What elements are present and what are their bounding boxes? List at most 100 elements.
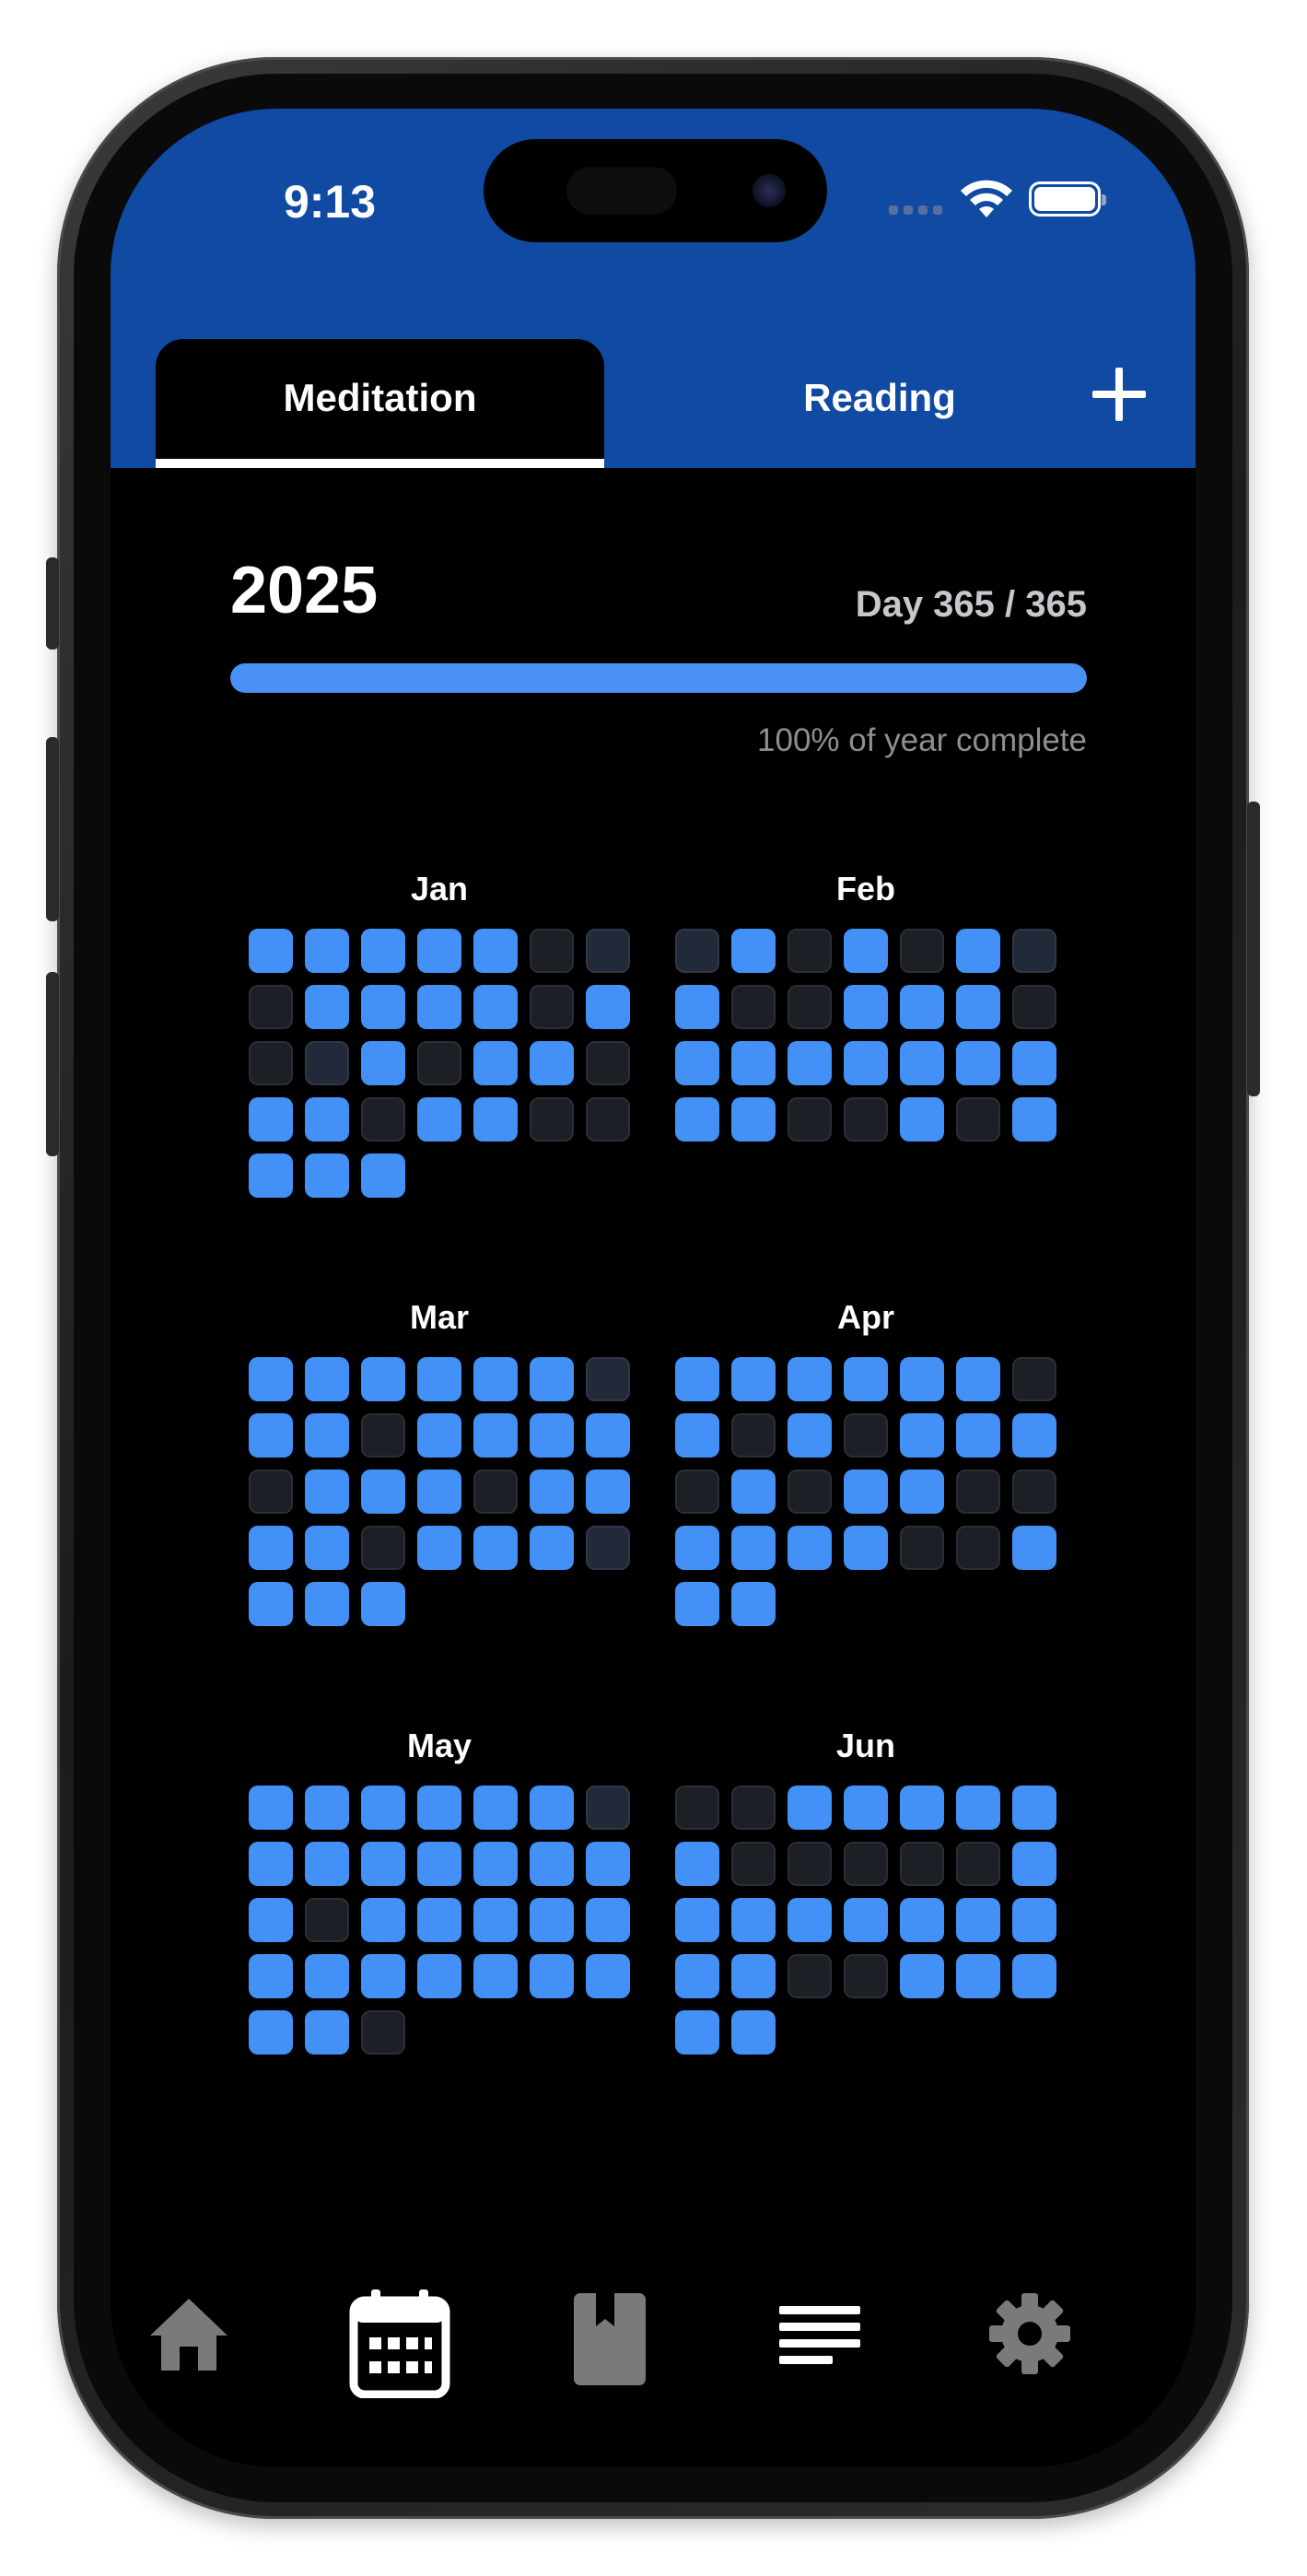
day-cell-completed[interactable] <box>844 929 888 973</box>
day-cell-completed[interactable] <box>1012 1041 1056 1085</box>
day-cell-completed[interactable] <box>417 1469 461 1514</box>
day-cell-completed[interactable] <box>900 1469 944 1514</box>
day-cell-completed[interactable] <box>1012 1786 1056 1830</box>
day-cell-completed[interactable] <box>361 1469 405 1514</box>
calendar-grid[interactable]: Jan Feb Mar Apr May Jun <box>111 864 1196 2184</box>
nav-list[interactable] <box>760 2288 880 2407</box>
day-cell-completed[interactable] <box>473 985 518 1029</box>
day-cell-completed[interactable] <box>1012 1842 1056 1886</box>
day-cell-completed[interactable] <box>675 1582 719 1626</box>
day-cell-completed[interactable] <box>305 1954 349 1998</box>
day-cell-missed[interactable] <box>530 929 574 973</box>
day-cell-completed[interactable] <box>249 1153 293 1198</box>
day-cell-missed[interactable] <box>361 1097 405 1142</box>
day-cell-completed[interactable] <box>586 1469 630 1514</box>
day-cell-missed[interactable] <box>530 1097 574 1142</box>
day-cell-completed[interactable] <box>417 1413 461 1458</box>
day-cell-missed[interactable] <box>900 1526 944 1570</box>
day-cell-completed[interactable] <box>361 1786 405 1830</box>
day-cell-missed[interactable] <box>956 1469 1000 1514</box>
day-cell-completed[interactable] <box>675 1954 719 1998</box>
day-cell-completed[interactable] <box>675 1526 719 1570</box>
day-cell-missed[interactable] <box>361 1413 405 1458</box>
day-cell-missed[interactable] <box>586 1526 630 1570</box>
day-cell-completed[interactable] <box>675 1097 719 1142</box>
day-cell-completed[interactable] <box>305 1357 349 1401</box>
nav-home[interactable] <box>129 2288 249 2407</box>
day-cell-completed[interactable] <box>844 1786 888 1830</box>
day-cell-completed[interactable] <box>731 1097 776 1142</box>
day-cell-missed[interactable] <box>844 1097 888 1142</box>
day-cell-missed[interactable] <box>731 1842 776 1886</box>
day-cell-completed[interactable] <box>956 1041 1000 1085</box>
day-cell-missed[interactable] <box>844 1413 888 1458</box>
day-cell-completed[interactable] <box>675 1842 719 1886</box>
day-cell-missed[interactable] <box>1012 1357 1056 1401</box>
day-cell-completed[interactable] <box>530 1357 574 1401</box>
day-cell-completed[interactable] <box>417 1786 461 1830</box>
day-cell-completed[interactable] <box>417 985 461 1029</box>
day-cell-missed[interactable] <box>675 929 719 973</box>
day-cell-completed[interactable] <box>675 1898 719 1942</box>
day-cell-completed[interactable] <box>900 1786 944 1830</box>
day-cell-completed[interactable] <box>844 1898 888 1942</box>
day-cell-completed[interactable] <box>361 1582 405 1626</box>
day-cell-completed[interactable] <box>249 1842 293 1886</box>
day-cell-completed[interactable] <box>361 1153 405 1198</box>
day-cell-completed[interactable] <box>249 929 293 973</box>
day-cell-missed[interactable] <box>788 1469 832 1514</box>
day-cell-completed[interactable] <box>417 1526 461 1570</box>
day-cell-completed[interactable] <box>473 1526 518 1570</box>
plus-icon[interactable] <box>1087 362 1151 427</box>
day-cell-completed[interactable] <box>731 1041 776 1085</box>
nav-library[interactable] <box>550 2288 670 2407</box>
day-cell-missed[interactable] <box>731 1413 776 1458</box>
day-cell-completed[interactable] <box>361 1954 405 1998</box>
day-cell-missed[interactable] <box>844 1954 888 1998</box>
day-cell-missed[interactable] <box>900 1842 944 1886</box>
day-cell-completed[interactable] <box>900 1954 944 1998</box>
day-cell-completed[interactable] <box>675 2010 719 2055</box>
day-cell-completed[interactable] <box>731 1526 776 1570</box>
day-cell-completed[interactable] <box>530 1469 574 1514</box>
day-cell-completed[interactable] <box>305 1469 349 1514</box>
day-cell-completed[interactable] <box>417 1097 461 1142</box>
day-cell-missed[interactable] <box>731 985 776 1029</box>
day-cell-completed[interactable] <box>417 1954 461 1998</box>
day-cell-completed[interactable] <box>417 929 461 973</box>
day-cell-completed[interactable] <box>473 1413 518 1458</box>
day-cell-completed[interactable] <box>1012 1526 1056 1570</box>
day-cell-completed[interactable] <box>530 1413 574 1458</box>
day-cell-missed[interactable] <box>788 1842 832 1886</box>
day-cell-completed[interactable] <box>586 1898 630 1942</box>
day-cell-completed[interactable] <box>731 1898 776 1942</box>
day-cell-completed[interactable] <box>473 1786 518 1830</box>
day-cell-completed[interactable] <box>731 1469 776 1514</box>
day-cell-missed[interactable] <box>844 1842 888 1886</box>
tab-reading[interactable]: Reading <box>746 339 1013 457</box>
day-cell-missed[interactable] <box>361 2010 405 2055</box>
day-cell-completed[interactable] <box>530 1898 574 1942</box>
day-cell-missed[interactable] <box>305 1898 349 1942</box>
day-cell-missed[interactable] <box>417 1041 461 1085</box>
day-cell-completed[interactable] <box>361 985 405 1029</box>
day-cell-completed[interactable] <box>305 2010 349 2055</box>
day-cell-completed[interactable] <box>900 1357 944 1401</box>
day-cell-completed[interactable] <box>249 1357 293 1401</box>
day-cell-completed[interactable] <box>956 1954 1000 1998</box>
day-cell-completed[interactable] <box>900 985 944 1029</box>
day-cell-completed[interactable] <box>956 1786 1000 1830</box>
day-cell-completed[interactable] <box>361 1898 405 1942</box>
day-cell-completed[interactable] <box>249 1526 293 1570</box>
day-cell-missed[interactable] <box>586 1786 630 1830</box>
day-cell-completed[interactable] <box>417 1357 461 1401</box>
day-cell-completed[interactable] <box>900 1097 944 1142</box>
day-cell-completed[interactable] <box>249 1413 293 1458</box>
day-cell-completed[interactable] <box>530 1786 574 1830</box>
day-cell-completed[interactable] <box>417 1898 461 1942</box>
day-cell-completed[interactable] <box>530 1526 574 1570</box>
day-cell-missed[interactable] <box>675 1469 719 1514</box>
day-cell-completed[interactable] <box>900 1041 944 1085</box>
day-cell-completed[interactable] <box>586 1842 630 1886</box>
day-cell-completed[interactable] <box>675 1357 719 1401</box>
